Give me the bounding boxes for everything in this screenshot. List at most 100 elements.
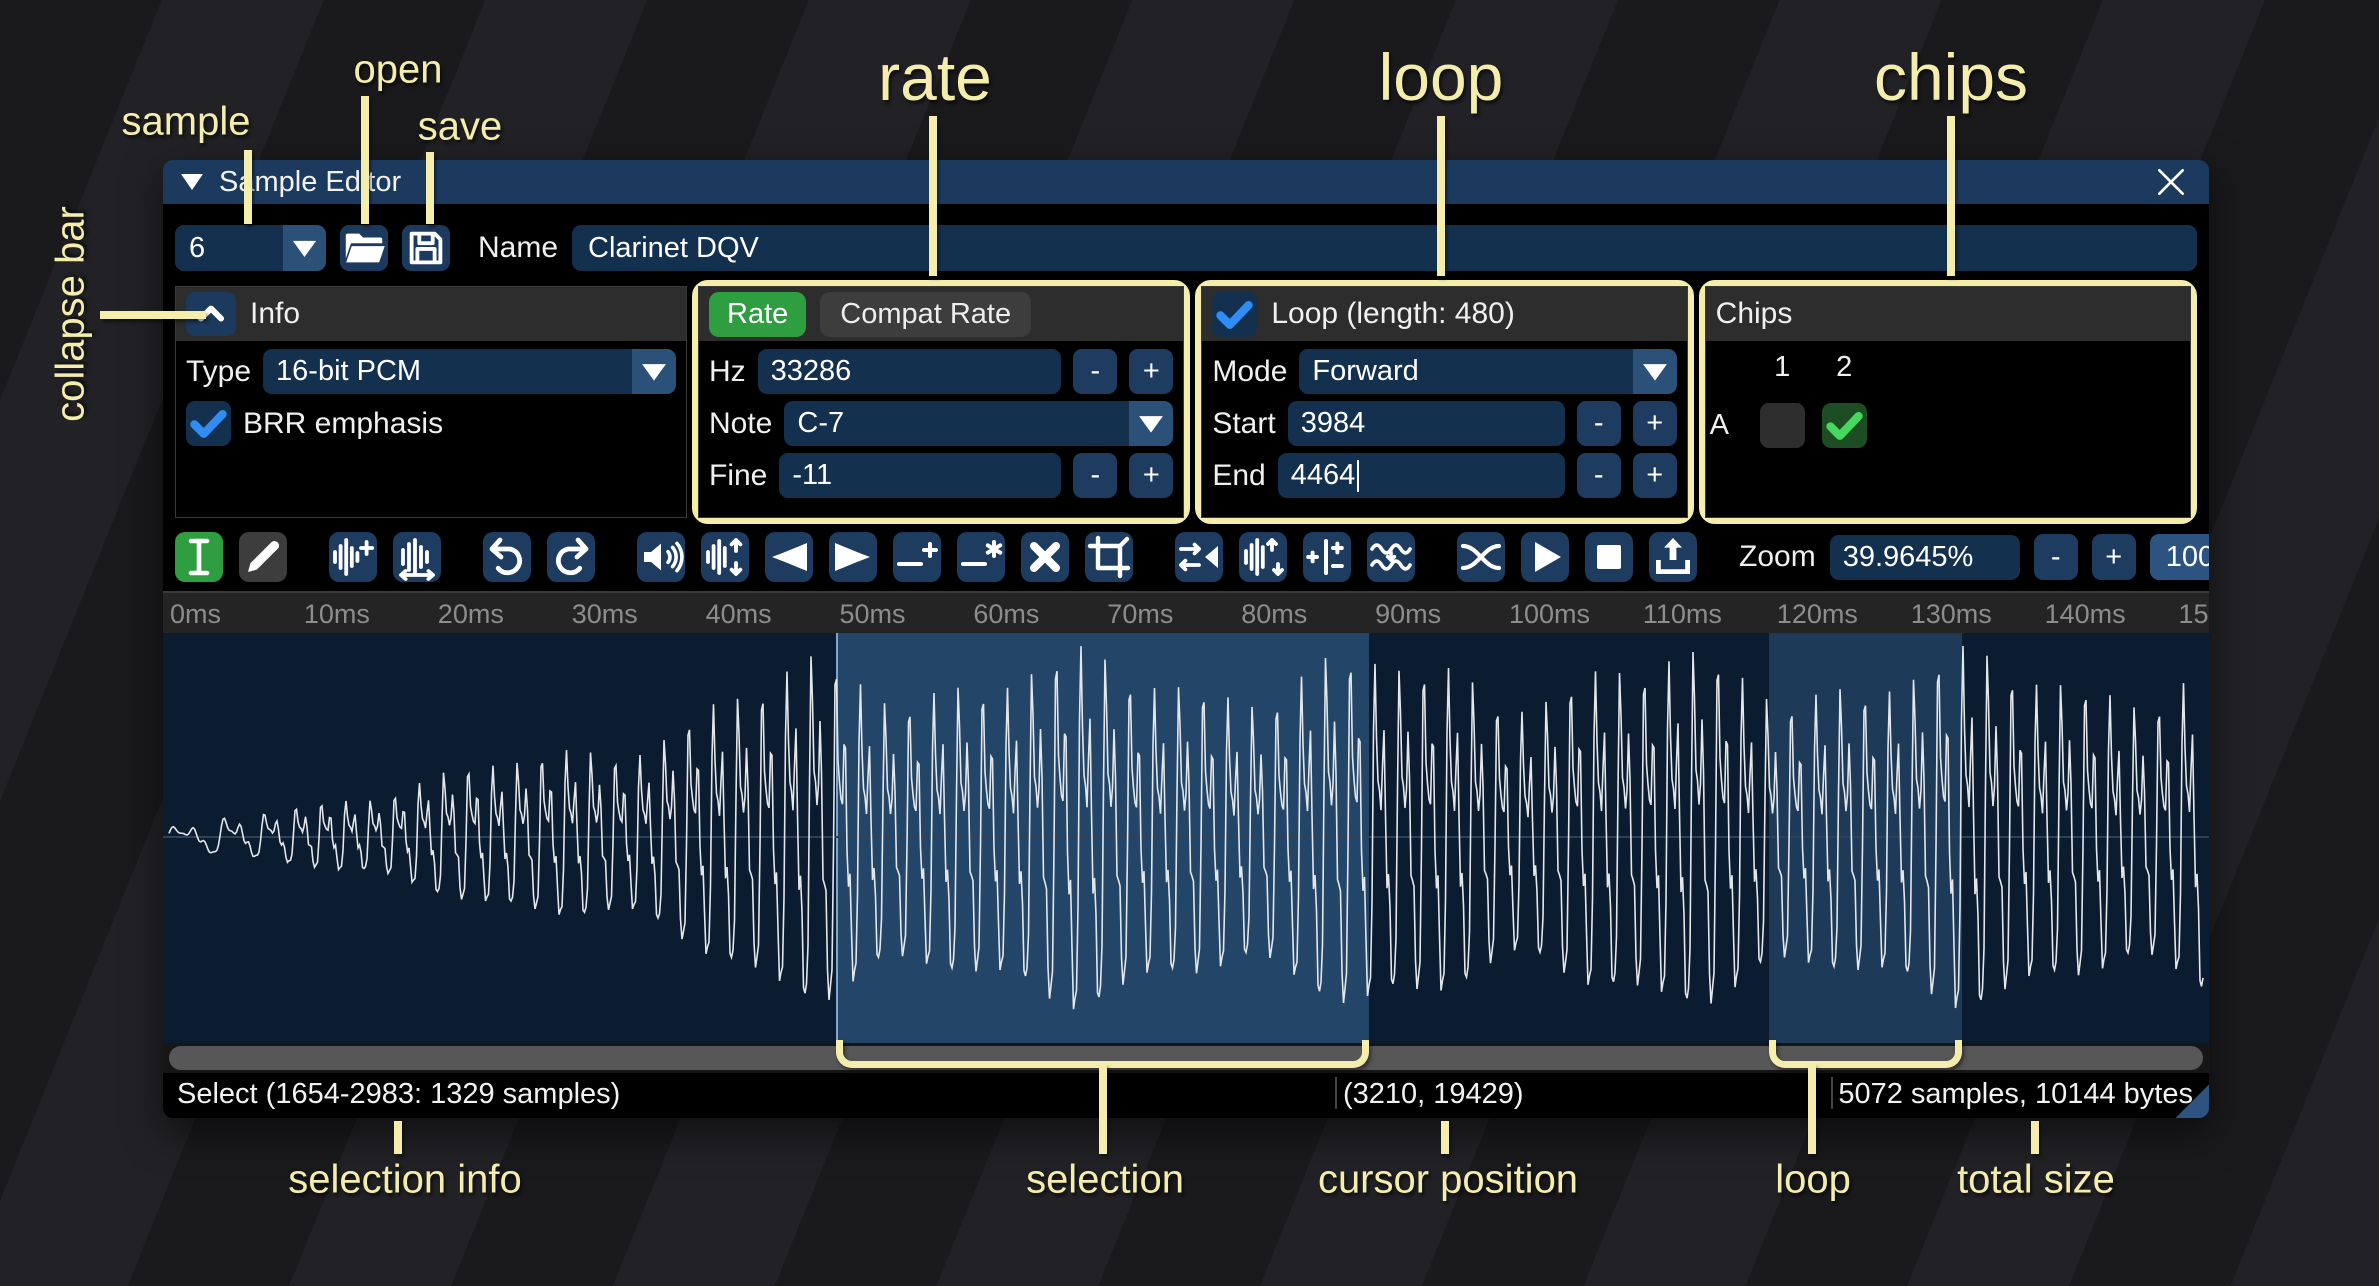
loop-end-plus-button[interactable]: + (1633, 453, 1677, 498)
ruler-label: 50ms (840, 599, 906, 630)
chevron-up-icon (186, 292, 236, 336)
titlebar[interactable]: Sample Editor (163, 160, 2209, 204)
loop-enable-checkbox[interactable] (1212, 292, 1257, 337)
fade-out-icon (829, 532, 877, 582)
ruler-label: 90ms (1375, 599, 1441, 630)
apply-filter-button[interactable] (1367, 532, 1415, 582)
type-value: 16-bit PCM (263, 349, 632, 394)
folder-open-icon (340, 225, 388, 271)
ruler-label: 40ms (706, 599, 772, 630)
chevron-down-icon (283, 225, 326, 271)
undo-button[interactable] (483, 532, 531, 582)
fade-out-button[interactable] (829, 532, 877, 582)
screen: Sample Editor 6 Name Clarinet DQV Info (0, 0, 2379, 1286)
reverse-button[interactable] (1175, 532, 1223, 582)
play-icon (1521, 532, 1569, 582)
fine-input[interactable]: -11 (779, 453, 1061, 498)
pencil-icon (239, 532, 287, 582)
fine-minus-button[interactable]: - (1073, 453, 1117, 498)
tab-rate[interactable]: Rate (709, 292, 806, 337)
annotation-selection-info: selection info (288, 1158, 521, 1203)
annotation-save: save (418, 105, 503, 150)
ruler-label: 20ms (438, 599, 504, 630)
save-icon (402, 225, 450, 271)
name-label: Name (478, 231, 558, 265)
annotation-open: open (354, 48, 443, 93)
resize-button[interactable] (329, 532, 377, 582)
save-button[interactable] (402, 225, 450, 271)
ruler-label: 10ms (304, 599, 370, 630)
close-button[interactable] (2151, 162, 2191, 202)
sign-icon (1303, 532, 1351, 582)
preview-button[interactable] (1521, 532, 1569, 582)
trim-button[interactable] (1085, 532, 1133, 582)
collapse-triangle-icon[interactable] (181, 174, 203, 190)
rate-panel: Rate Compat Rate Hz 33286 - + Note (698, 286, 1184, 518)
chip-checkbox-1[interactable] (1760, 403, 1805, 448)
redo-button[interactable] (547, 532, 595, 582)
resize-grip[interactable] (2173, 1082, 2209, 1118)
chip-checkbox-2[interactable] (1822, 403, 1867, 448)
create-wavetable-button[interactable] (1649, 532, 1697, 582)
zoom-in-button[interactable]: + (2092, 534, 2136, 580)
status-separator (1831, 1077, 1833, 1109)
type-dropdown[interactable]: 16-bit PCM (263, 349, 676, 394)
toolbar: Zoom 39.9645% - + 100% (163, 532, 2209, 582)
time-ruler: 0ms10ms20ms30ms40ms50ms60ms70ms80ms90ms1… (163, 591, 2209, 633)
loop-start-plus-button[interactable]: + (1633, 401, 1677, 446)
crossfade-loop-button[interactable] (1457, 532, 1505, 582)
tab-compat-rate[interactable]: Compat Rate (820, 292, 1031, 337)
invert-button[interactable] (1239, 532, 1287, 582)
close-icon (2151, 162, 2191, 202)
annotation-line-total-size (2031, 1121, 2039, 1154)
resample-button[interactable] (393, 532, 441, 582)
wave-updown-icon (701, 532, 749, 582)
select-tool-button[interactable] (175, 532, 223, 582)
name-input[interactable]: Clarinet DQV (572, 225, 2197, 271)
loop-end-minus-button[interactable]: - (1577, 453, 1621, 498)
waveform-view[interactable] (163, 633, 2209, 1043)
hz-input[interactable]: 33286 (758, 349, 1062, 394)
normalize-button[interactable] (701, 532, 749, 582)
zoom-input[interactable]: 39.9645% (1830, 535, 2020, 580)
note-dropdown[interactable]: C-7 (784, 401, 1173, 446)
ruler-label: 100ms (1509, 599, 1590, 630)
fade-in-button[interactable] (765, 532, 813, 582)
filter-icon (1367, 532, 1415, 582)
ruler-label: 120ms (1777, 599, 1858, 630)
loop-start-minus-button[interactable]: - (1577, 401, 1621, 446)
sample-number-dropdown[interactable]: 6 (175, 225, 326, 271)
zoom-out-button[interactable]: - (2034, 534, 2078, 580)
horizontal-scrollbar (163, 1043, 2209, 1073)
draw-tool-button[interactable] (239, 532, 287, 582)
stop-preview-button[interactable] (1585, 532, 1633, 582)
apply-silence-button[interactable] (957, 532, 1005, 582)
fine-plus-button[interactable]: + (1129, 453, 1173, 498)
hz-label: Hz (709, 355, 746, 389)
hz-plus-button[interactable]: + (1129, 349, 1173, 394)
line-star-icon (957, 532, 1005, 582)
info-panel-wrapper: Info Type 16-bit PCM BRR emphasis (175, 280, 687, 524)
info-panel: Info Type 16-bit PCM BRR emphasis (175, 286, 687, 518)
loop-end-input[interactable]: 4464 (1278, 453, 1565, 498)
loop-mode-value: Forward (1299, 349, 1632, 394)
zoom-reset-button[interactable]: 100% (2150, 534, 2209, 580)
open-button[interactable] (340, 225, 388, 271)
type-label: Type (186, 355, 251, 389)
loop-mode-dropdown[interactable]: Forward (1299, 349, 1676, 394)
hz-minus-button[interactable]: - (1073, 349, 1117, 394)
insert-silence-button[interactable] (893, 532, 941, 582)
mode-label: Mode (1212, 355, 1287, 389)
scrollbar-thumb[interactable] (169, 1046, 2203, 1070)
brr-emphasis-label: BRR emphasis (243, 407, 443, 441)
loop-start-input[interactable]: 3984 (1288, 401, 1565, 446)
status-bar: Select (1654-2983: 1329 samples) (3210, … (163, 1073, 2209, 1115)
signed-unsigned-button[interactable] (1303, 532, 1351, 582)
delete-button[interactable] (1021, 532, 1069, 582)
collapse-bar-button[interactable] (186, 292, 236, 336)
check-icon (1822, 403, 1867, 448)
brr-emphasis-checkbox[interactable] (186, 401, 231, 446)
speaker-icon (637, 532, 685, 582)
amplify-button[interactable] (637, 532, 685, 582)
ibeam-icon (175, 532, 223, 582)
